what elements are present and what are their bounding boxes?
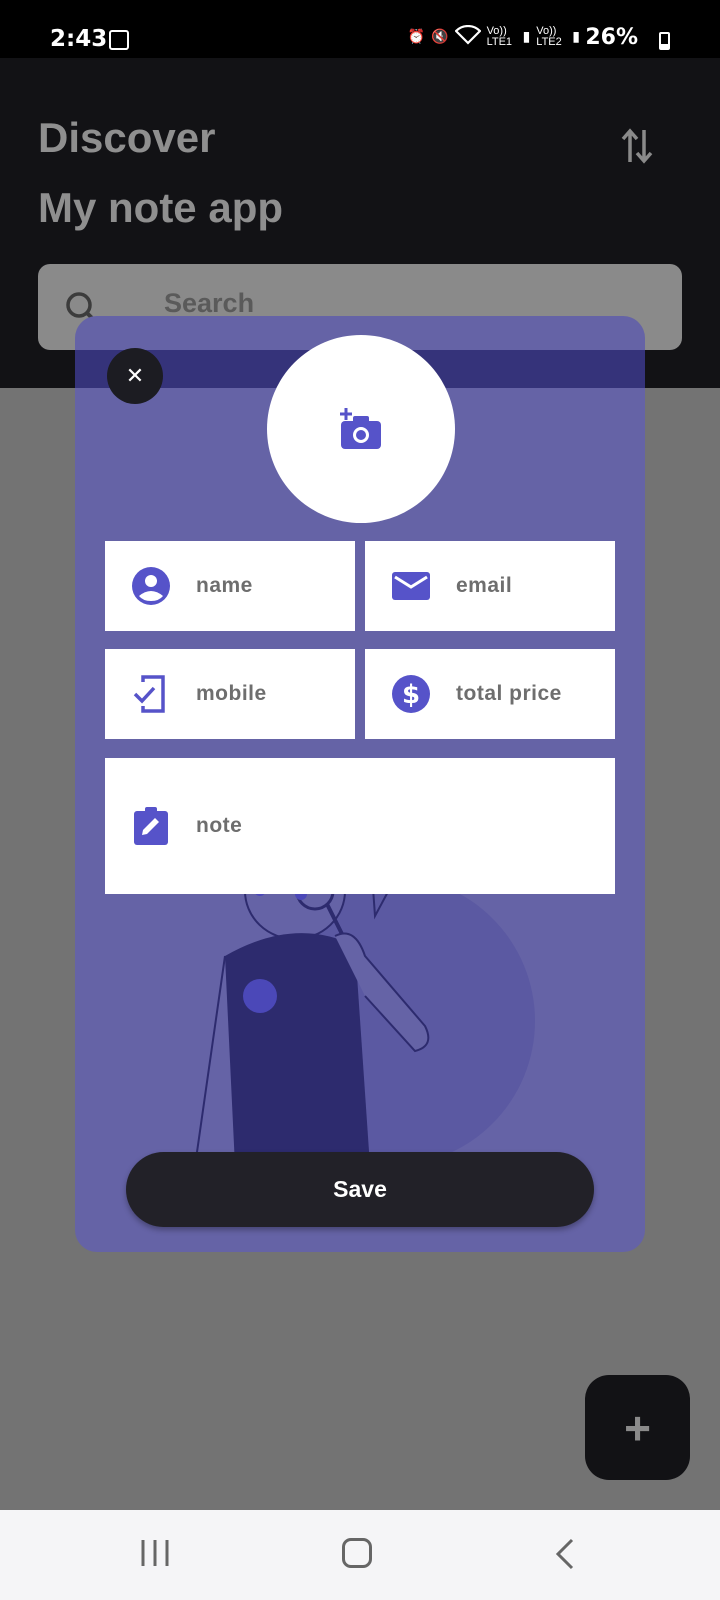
add-note-button[interactable]: + — [585, 1375, 690, 1480]
wifi-icon — [454, 24, 482, 48]
add-photo-button[interactable] — [267, 335, 455, 523]
alarm-icon: ⏰ — [407, 28, 426, 44]
dollar-icon: $ — [392, 675, 430, 713]
status-bar: 2:43 ⏰ 🔇 Vo)) LTE1 ▮ Vo)) LTE2 ▮ 26% — [0, 0, 720, 58]
name-label: name — [196, 574, 253, 597]
signal-lte2-icon: Vo)) LTE2 — [536, 24, 562, 48]
home-icon[interactable] — [342, 1538, 372, 1568]
image-notification-icon — [109, 30, 129, 50]
phone-check-icon — [133, 675, 165, 713]
back-icon[interactable] — [550, 1538, 580, 1570]
mute-icon: 🔇 — [431, 28, 449, 44]
total-price-field[interactable]: $ total price — [365, 649, 615, 739]
total-price-label: total price — [456, 682, 562, 705]
battery-percent: 26% — [585, 25, 638, 50]
mobile-field[interactable]: mobile — [105, 649, 355, 739]
signal-bars-1-icon: ▮ — [522, 28, 531, 44]
person-icon — [132, 567, 170, 605]
search-input[interactable]: Search — [164, 288, 254, 319]
status-icons: ⏰ 🔇 Vo)) LTE1 ▮ Vo)) LTE2 ▮ — [407, 24, 580, 48]
signal-lte1-icon: Vo)) LTE1 — [486, 24, 513, 48]
sort-icon[interactable] — [620, 126, 656, 166]
header-subtitle: My note app — [38, 184, 284, 231]
clipboard-edit-icon — [134, 807, 168, 845]
recent-apps-icon[interactable] — [140, 1538, 170, 1568]
status-time: 2:43 — [50, 26, 108, 52]
name-field[interactable]: name — [105, 541, 355, 631]
header-title: Discover — [38, 114, 216, 161]
note-field[interactable]: note — [105, 758, 615, 894]
save-button[interactable]: Save — [126, 1152, 594, 1227]
add-photo-camera-icon — [340, 408, 381, 449]
add-note-dialog: ✕ name email mobile $ total price note S… — [75, 316, 645, 1252]
illustration — [194, 842, 535, 1176]
close-icon: ✕ — [125, 363, 145, 388]
note-label: note — [196, 814, 243, 837]
mobile-label: mobile — [196, 682, 267, 705]
close-button[interactable]: ✕ — [107, 348, 163, 404]
email-field[interactable]: email — [365, 541, 615, 631]
battery-icon — [659, 32, 670, 50]
svg-text:$: $ — [402, 680, 420, 710]
mail-icon — [392, 572, 430, 600]
email-label: email — [456, 574, 513, 597]
system-nav-bar — [0, 1510, 720, 1600]
signal-bars-2-icon: ▮ — [572, 28, 580, 44]
